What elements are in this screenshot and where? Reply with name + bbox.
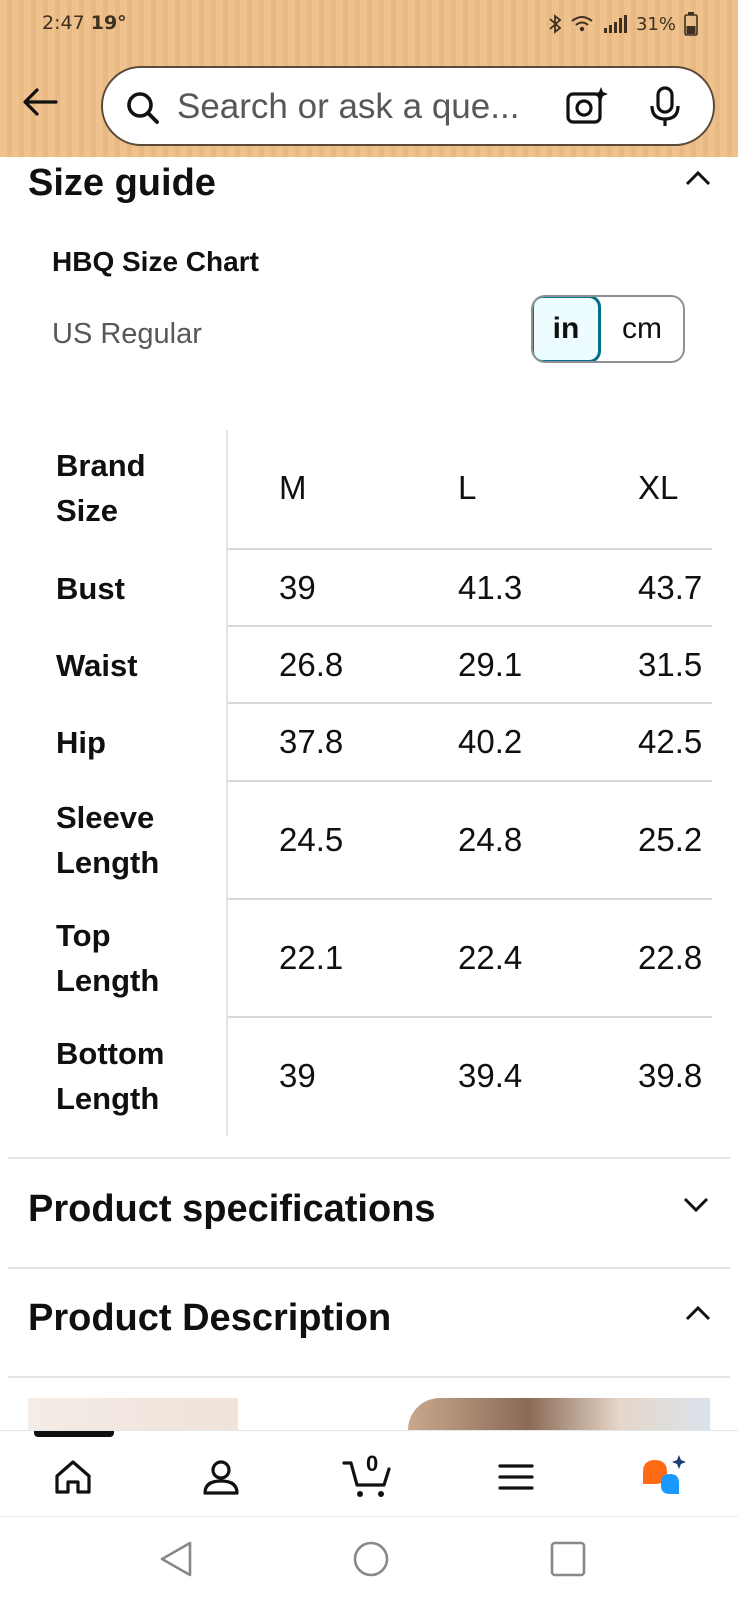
- square-recents-icon: [550, 1541, 586, 1577]
- bluetooth-icon: [548, 13, 562, 35]
- product-specifications-title[interactable]: Product specifications: [28, 1188, 436, 1231]
- nav-cart[interactable]: 0: [340, 1449, 396, 1505]
- row-label-waist: Waist: [56, 647, 138, 683]
- table-cell: 43.7: [638, 569, 703, 606]
- wifi-icon: [570, 13, 594, 35]
- signal-icon: [602, 14, 628, 34]
- bottom-navigation: 0: [0, 1430, 738, 1516]
- unit-cm-button[interactable]: cm: [601, 297, 683, 361]
- column-header-l: L: [458, 469, 477, 506]
- system-back-button[interactable]: [152, 1537, 200, 1581]
- table-cell: 31.5: [638, 646, 703, 683]
- home-icon: [55, 1460, 91, 1494]
- column-header-m: M: [279, 469, 307, 506]
- table-cell: 39.8: [638, 1057, 703, 1094]
- size-guide-collapse-button[interactable]: [680, 160, 716, 196]
- battery-level: 31%: [635, 13, 676, 35]
- section-divider: [8, 1157, 730, 1159]
- column-header-xl: XL: [638, 469, 679, 506]
- table-cell: 41.3: [458, 569, 523, 606]
- nav-home[interactable]: [45, 1449, 101, 1505]
- rufus-assistant-icon: [643, 1455, 686, 1494]
- system-home-button[interactable]: [347, 1537, 395, 1581]
- nav-rufus[interactable]: [636, 1449, 692, 1505]
- search-bar[interactable]: [101, 66, 715, 146]
- triangle-back-icon: [160, 1541, 192, 1577]
- chevron-up-icon: [685, 170, 711, 186]
- status-time: 2:47 19°: [42, 12, 127, 34]
- table-cell: 39: [279, 1057, 316, 1094]
- table-cell: 22.8: [638, 939, 703, 976]
- circle-home-icon: [353, 1541, 389, 1577]
- table-cell: 42.5: [638, 723, 703, 760]
- product-image[interactable]: [28, 1398, 238, 1430]
- product-description-collapse-button[interactable]: [680, 1295, 716, 1331]
- active-tab-indicator: [34, 1431, 114, 1437]
- back-arrow-icon: [23, 88, 58, 116]
- menu-icon: [498, 1464, 534, 1490]
- row-label-hip: Hip: [56, 724, 106, 760]
- table-cell: 29.1: [458, 646, 523, 683]
- product-specifications-expand-button[interactable]: [678, 1187, 714, 1223]
- nav-account[interactable]: [193, 1449, 249, 1505]
- row-label-bust: Bust: [56, 570, 125, 606]
- table-cell: 37.8: [279, 723, 344, 760]
- table-header-label: Brand Size: [56, 448, 146, 528]
- table-cell: 26.8: [279, 646, 344, 683]
- table-cell: 39: [279, 569, 316, 606]
- status-bar: 2:47 19° 31%: [0, 0, 738, 46]
- product-description-images[interactable]: [28, 1398, 710, 1430]
- battery-icon: [684, 12, 698, 36]
- table-cell: 24.5: [279, 821, 344, 858]
- table-vertical-divider: [226, 430, 228, 1136]
- table-cell: 39.4: [458, 1057, 523, 1094]
- section-divider: [8, 1376, 730, 1378]
- table-cell: 25.2: [638, 821, 703, 858]
- product-description-title[interactable]: Product Description: [28, 1297, 391, 1340]
- nav-menu[interactable]: [488, 1449, 544, 1505]
- row-label-sleeve-length: Sleeve Length: [56, 800, 160, 880]
- row-label-top-length: Top Length: [56, 918, 160, 998]
- back-button[interactable]: [18, 80, 62, 124]
- search-icon: [123, 88, 163, 133]
- size-chart-fit: US Regular: [52, 318, 202, 350]
- product-image[interactable]: [408, 1398, 710, 1430]
- table-cell: 22.1: [279, 939, 344, 976]
- size-chart-name: HBQ Size Chart: [52, 246, 259, 277]
- section-divider: [8, 1267, 730, 1269]
- row-label-bottom-length: Bottom Length: [56, 1036, 165, 1116]
- system-recents-button[interactable]: [544, 1537, 592, 1581]
- search-input[interactable]: [177, 82, 547, 132]
- table-cell: 24.8: [458, 821, 523, 858]
- chevron-down-icon: [683, 1197, 709, 1213]
- status-icons: 31%: [548, 12, 698, 36]
- table-cell: 22.4: [458, 939, 523, 976]
- status-clock: 2:47: [42, 12, 85, 34]
- account-icon: [203, 1460, 239, 1495]
- size-guide-title[interactable]: Size guide: [28, 162, 216, 205]
- cart-count: 0: [366, 1451, 379, 1476]
- status-temperature: 19°: [90, 12, 127, 34]
- unit-in-button[interactable]: in: [533, 297, 601, 361]
- chevron-up-icon: [685, 1305, 711, 1321]
- microphone-icon[interactable]: [647, 86, 683, 133]
- system-navigation-bar: [0, 1516, 738, 1600]
- camera-search-icon[interactable]: [565, 86, 609, 133]
- app-header: 2:47 19° 31%: [0, 0, 738, 157]
- unit-toggle: in cm: [531, 295, 685, 363]
- table-cell: 40.2: [458, 723, 523, 760]
